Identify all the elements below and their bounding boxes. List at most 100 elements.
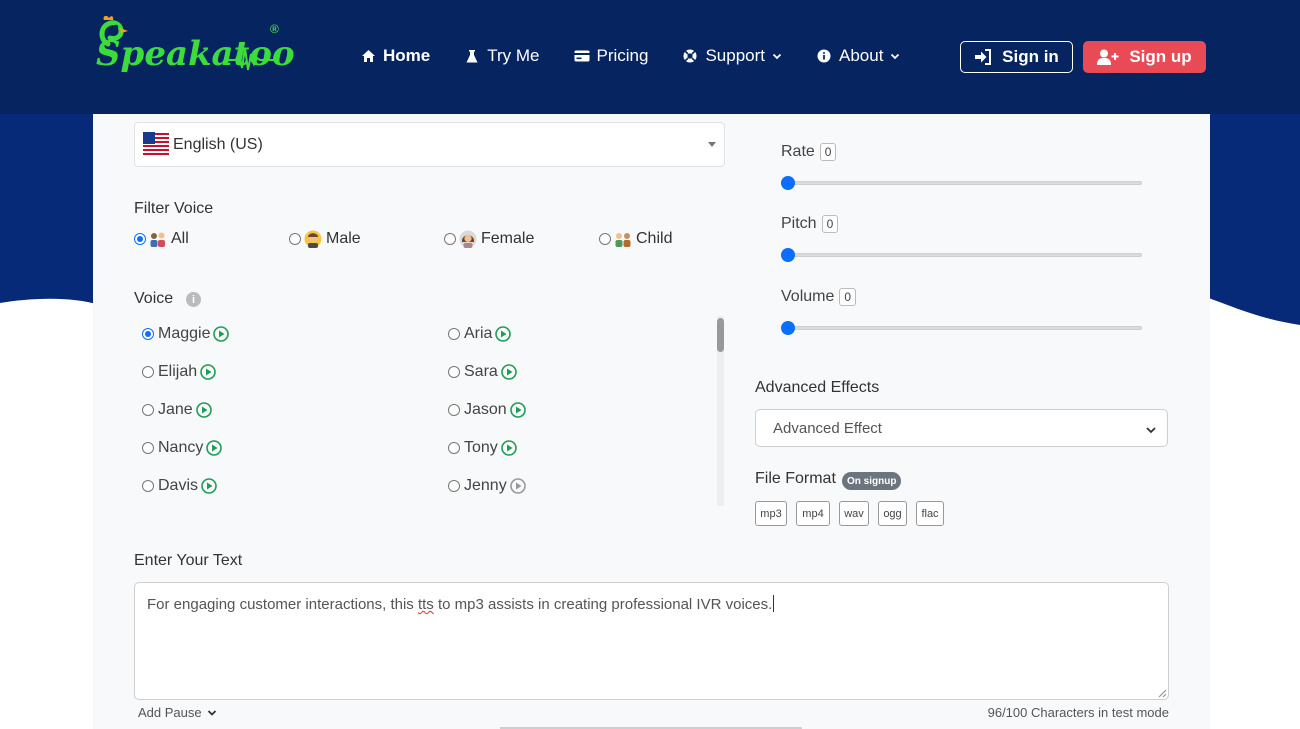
voice-label: Voice	[134, 290, 174, 307]
play-icon[interactable]	[195, 402, 212, 418]
format-wav-button[interactable]: wav	[839, 501, 869, 526]
misspelled-word: tts	[417, 596, 434, 613]
voice-radio[interactable]	[448, 404, 460, 416]
file-format-label: File Format	[755, 470, 836, 487]
filter-all-radio[interactable]	[134, 233, 146, 245]
filter-option-female[interactable]: Female	[444, 230, 534, 248]
text-cursor	[773, 595, 775, 612]
voice-radio[interactable]	[142, 404, 154, 416]
nav-about[interactable]: About	[816, 44, 900, 68]
advanced-effect-select[interactable]: Advanced Effect	[755, 409, 1168, 447]
voice-list-scroll-thumb[interactable]	[717, 318, 724, 352]
voice-radio[interactable]	[142, 366, 154, 378]
filter-male-label: Male	[326, 230, 361, 247]
language-select[interactable]: English (US)	[134, 122, 725, 167]
voice-name: Jason	[464, 401, 507, 418]
caret-down-icon	[708, 142, 716, 147]
male-avatar-icon	[304, 230, 322, 248]
voice-item-jenny[interactable]: Jenny	[448, 477, 526, 495]
speakatoo-logo[interactable]: Speakatoo ®	[92, 14, 295, 86]
play-icon[interactable]	[509, 478, 526, 494]
voice-item-maggie[interactable]: Maggie	[142, 325, 230, 343]
format-ogg-button[interactable]: ogg	[878, 501, 907, 526]
voice-radio[interactable]	[448, 328, 460, 340]
voice-item-jane[interactable]: Jane	[142, 401, 212, 419]
filter-option-all[interactable]: All	[134, 230, 189, 248]
flask-icon	[464, 48, 480, 64]
add-pause-dropdown[interactable]: Add Pause	[138, 705, 217, 720]
voice-name: Maggie	[158, 325, 211, 342]
voice-radio[interactable]	[448, 442, 460, 454]
play-icon[interactable]	[200, 364, 216, 380]
play-icon[interactable]	[495, 326, 512, 342]
info-icon[interactable]: i	[186, 292, 201, 307]
lifebuoy-icon	[682, 48, 698, 64]
volume-slider[interactable]	[781, 321, 1142, 335]
voice-item-davis[interactable]: Davis	[142, 477, 217, 495]
slider-thumb[interactable]	[781, 248, 795, 262]
format-mp4-button[interactable]: mp4	[796, 501, 830, 526]
resize-handle-icon[interactable]	[1158, 689, 1166, 697]
main-nav: Home Try Me Pricing Support About	[360, 44, 934, 68]
voice-radio[interactable]	[142, 442, 154, 454]
slider-thumb[interactable]	[781, 176, 795, 190]
filter-male-radio[interactable]	[289, 233, 301, 245]
play-icon[interactable]	[213, 326, 230, 342]
slider-thumb[interactable]	[781, 321, 795, 335]
nav-about-label: About	[839, 46, 884, 65]
voice-radio[interactable]	[448, 480, 460, 492]
signin-label: Sign in	[1002, 47, 1059, 66]
rate-label: Rate	[781, 143, 815, 160]
signup-label: Sign up	[1129, 47, 1192, 66]
format-flac-button[interactable]: flac	[916, 501, 944, 526]
voice-item-jason[interactable]: Jason	[448, 401, 526, 419]
female-avatar-icon	[459, 230, 477, 248]
text-content-after: to mp3 assists in creating professional …	[433, 596, 773, 613]
rate-slider[interactable]	[781, 176, 1142, 190]
volume-label-group: Volume 0	[781, 288, 857, 306]
top-header: Speakatoo ® Home Try Me Pricing Support …	[0, 0, 1300, 114]
filter-option-child[interactable]: Child	[599, 230, 672, 248]
nav-pricing-label: Pricing	[596, 46, 649, 65]
voice-item-aria[interactable]: Aria	[448, 325, 512, 343]
play-icon[interactable]	[500, 364, 517, 380]
voice-radio[interactable]	[448, 366, 460, 378]
text-input-area[interactable]: For engaging customer interactions, this…	[134, 582, 1169, 700]
chevron-down-icon	[890, 51, 900, 61]
nav-support-label: Support	[705, 46, 766, 65]
voice-radio[interactable]	[142, 328, 154, 340]
play-icon[interactable]	[206, 440, 223, 456]
voice-item-tony[interactable]: Tony	[448, 439, 517, 457]
play-icon[interactable]	[500, 440, 517, 456]
us-flag-icon	[143, 131, 169, 158]
voice-item-nancy[interactable]: Nancy	[142, 439, 223, 457]
character-count: 96/100 Characters in test mode	[987, 705, 1169, 720]
nav-pricing[interactable]: Pricing	[574, 44, 649, 68]
info-icon	[816, 48, 832, 64]
nav-support[interactable]: Support	[682, 44, 782, 68]
pitch-slider[interactable]	[781, 248, 1142, 262]
format-mp3-button[interactable]: mp3	[755, 501, 787, 526]
voice-radio[interactable]	[142, 480, 154, 492]
nav-home[interactable]: Home	[360, 44, 430, 68]
filter-female-radio[interactable]	[444, 233, 456, 245]
advanced-effects-label: Advanced Effects	[755, 379, 880, 396]
voice-item-sara[interactable]: Sara	[448, 363, 517, 381]
pitch-label-group: Pitch 0	[781, 215, 839, 233]
signin-button[interactable]: Sign in	[960, 41, 1073, 73]
play-icon[interactable]	[201, 478, 217, 494]
voice-name: Jenny	[464, 477, 507, 494]
signup-button[interactable]: Sign up	[1083, 41, 1206, 73]
volume-label: Volume	[781, 288, 835, 305]
filter-option-male[interactable]: Male	[289, 230, 361, 248]
on-signup-badge: On signup	[842, 472, 902, 490]
voice-item-elijah[interactable]: Elijah	[142, 363, 216, 381]
play-icon[interactable]	[509, 402, 526, 418]
filter-child-label: Child	[636, 230, 673, 247]
slider-track	[782, 253, 1142, 257]
card-icon	[574, 48, 590, 64]
nav-try-me[interactable]: Try Me	[464, 44, 540, 68]
user-plus-icon	[1097, 49, 1119, 65]
language-value: English (US)	[173, 135, 263, 153]
filter-child-radio[interactable]	[599, 233, 611, 245]
